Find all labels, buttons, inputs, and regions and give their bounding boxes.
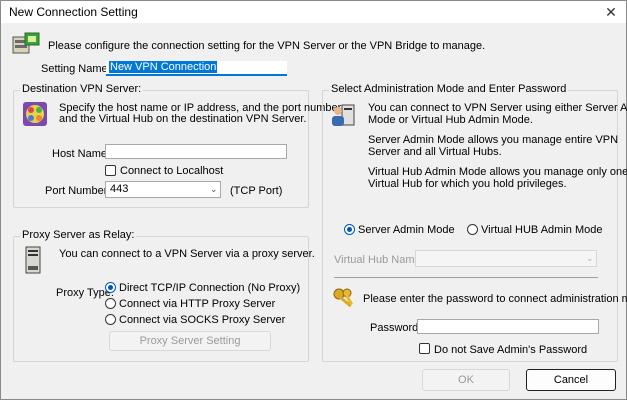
globe-network-icon <box>23 102 47 126</box>
password-input[interactable] <box>417 319 599 334</box>
admin-separator <box>334 277 598 278</box>
hub-name-combobox[interactable] <box>415 250 597 267</box>
admin-desc-1b: Mode or Virtual Hub Admin Mode. <box>368 114 533 126</box>
hub-name-label: Virtual Hub Name: <box>334 254 424 266</box>
proxy-http-radio[interactable] <box>105 298 116 309</box>
admin-desc-1a: You can connect to VPN Server using eith… <box>368 102 627 114</box>
close-icon[interactable]: ✕ <box>602 3 620 21</box>
destination-desc-2: and the Virtual Hub on the destination V… <box>59 113 307 125</box>
port-hint: (TCP Port) <box>230 185 283 197</box>
no-save-password-label: Do not Save Admin's Password <box>434 344 588 356</box>
admin-legend: Select Administration Mode and Enter Pas… <box>329 83 569 95</box>
admin-desc-3b: Virtual Hub for which you hold privilege… <box>368 178 567 190</box>
password-prompt: Please enter the password to connect adm… <box>363 293 627 305</box>
intro-text: Please configure the connection setting … <box>48 40 486 52</box>
proxy-server-setting-button[interactable]: Proxy Server Setting <box>109 331 271 351</box>
hub-admin-mode-radio[interactable] <box>467 224 478 235</box>
setting-name-label: Setting Name: <box>41 63 111 75</box>
proxy-direct-radio[interactable] <box>105 282 116 293</box>
proxy-http-label: Connect via HTTP Proxy Server <box>119 298 276 310</box>
ok-button[interactable]: OK <box>422 369 510 391</box>
admin-desc-2b: Server and all Virtual Hubs. <box>368 146 502 158</box>
proxy-desc: You can connect to a VPN Server via a pr… <box>59 248 315 260</box>
admin-desc-2a: Server Admin Mode allows you manage enti… <box>368 134 619 146</box>
server-settings-icon <box>12 32 40 54</box>
connect-localhost-checkbox[interactable] <box>105 165 116 176</box>
proxy-direct-label: Direct TCP/IP Connection (No Proxy) <box>119 282 301 294</box>
connect-localhost-label: Connect to Localhost <box>120 165 224 177</box>
cancel-button[interactable]: Cancel <box>526 369 616 391</box>
window-title: New Connection Setting <box>9 5 138 19</box>
server-admin-mode-label: Server Admin Mode <box>358 224 455 236</box>
proxy-socks-label: Connect via SOCKS Proxy Server <box>119 314 286 326</box>
hub-chevron-down-icon[interactable]: ⌄ <box>586 253 594 264</box>
dialog-window: New Connection Setting ✕ Please configur… <box>0 0 627 400</box>
proxy-socks-radio[interactable] <box>105 314 116 325</box>
chevron-down-icon[interactable]: ⌄ <box>210 184 218 195</box>
title-bar[interactable]: New Connection Setting ✕ <box>1 1 626 23</box>
password-label: Password: <box>370 322 422 334</box>
admin-user-icon <box>332 104 355 126</box>
server-admin-mode-radio[interactable] <box>344 224 355 235</box>
host-name-label: Host Name: <box>52 148 111 160</box>
setting-name-input[interactable]: New VPN Connection <box>106 61 287 76</box>
setting-name-value: New VPN Connection <box>109 61 218 73</box>
proxy-legend: Proxy Server as Relay: <box>20 229 137 241</box>
destination-legend: Destination VPN Server: <box>20 83 144 95</box>
keys-icon <box>333 288 353 308</box>
host-name-input[interactable] <box>105 144 287 159</box>
port-number-value: 443 <box>110 183 129 195</box>
server-tower-icon <box>25 246 41 274</box>
port-number-combobox[interactable]: 443 <box>105 181 221 198</box>
no-save-password-checkbox[interactable] <box>419 343 430 354</box>
port-number-label: Port Number: <box>45 185 111 197</box>
admin-desc-3a: Virtual Hub Admin Mode allows you manage… <box>368 166 627 178</box>
hub-admin-mode-label: Virtual HUB Admin Mode <box>481 224 603 236</box>
